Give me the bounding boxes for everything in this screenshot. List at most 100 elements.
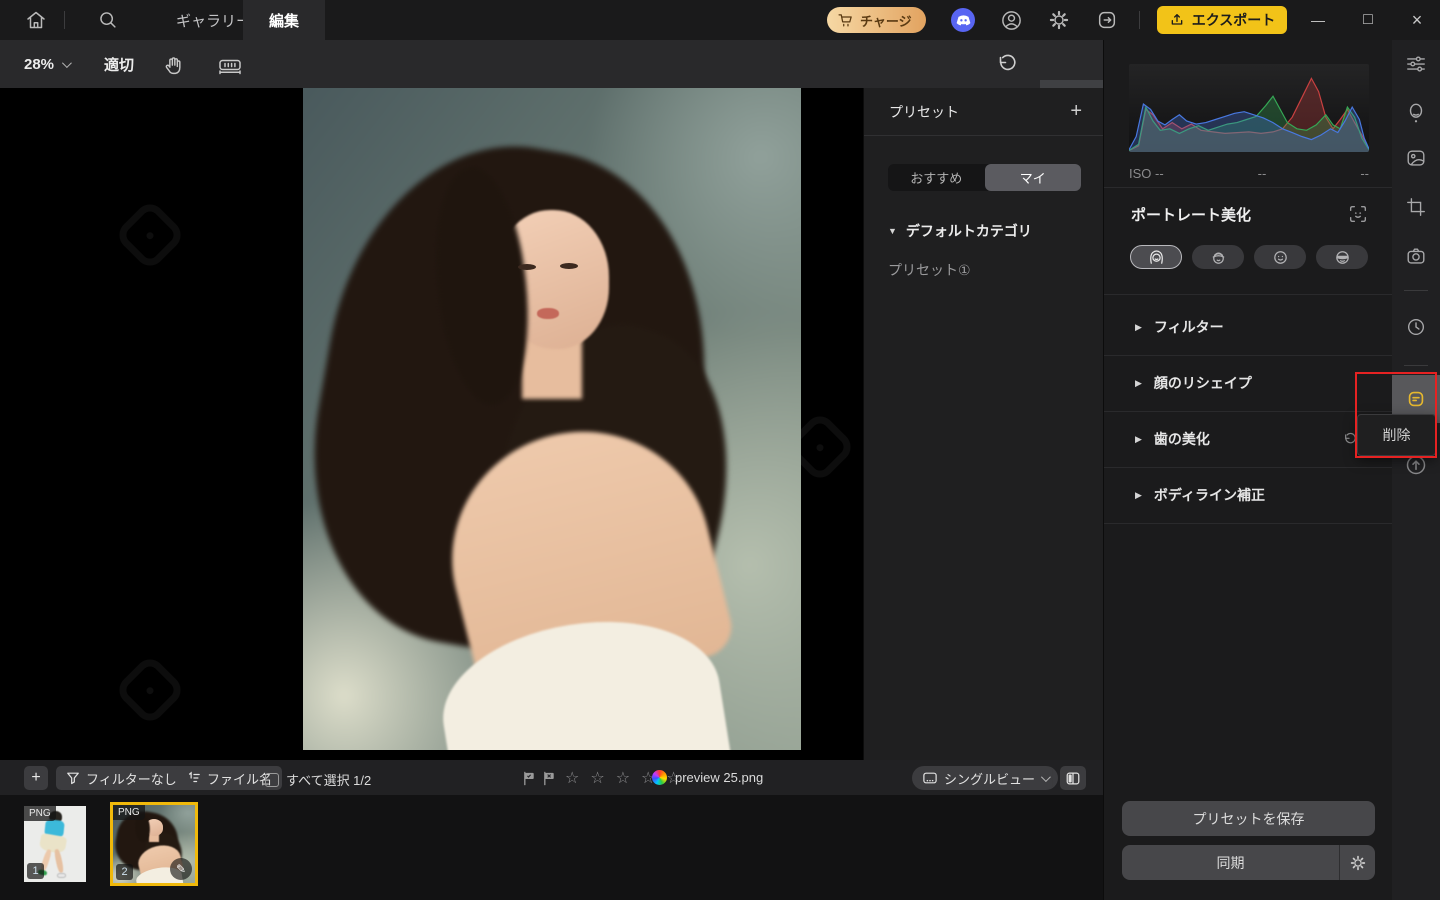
logout-icon	[1096, 9, 1118, 31]
flag-reject-button[interactable]	[541, 770, 557, 786]
effects-tool-button[interactable]	[1392, 136, 1440, 180]
search-button[interactable]	[94, 8, 122, 32]
gear-icon	[1349, 854, 1367, 872]
preset-tab-my[interactable]: マイ	[985, 164, 1082, 191]
star-icon[interactable]: ☆	[590, 768, 608, 788]
sort-by-filename-label: ファイル名	[207, 769, 272, 788]
star-icon[interactable]: ☆	[565, 768, 583, 788]
minimize-button[interactable]: —	[1295, 0, 1341, 40]
topbar-divider	[64, 11, 65, 29]
export-icon	[1169, 12, 1185, 28]
canvas-area[interactable]	[0, 88, 863, 760]
hand-icon	[162, 54, 185, 77]
undo-button[interactable]	[993, 51, 1021, 77]
export-label: エクスポート	[1192, 10, 1276, 30]
split-view-button[interactable]	[1060, 766, 1086, 790]
filter-none-button[interactable]: フィルターなし	[56, 766, 187, 790]
tab-edit-label: 編集	[269, 10, 299, 31]
preset-category-label: デフォルトカテゴリ	[906, 221, 1032, 241]
preset-tab-recommended[interactable]: おすすめ	[888, 164, 985, 191]
tab-gallery-label: ギャラリー	[176, 10, 251, 31]
view-mode-label: シングルビュー	[944, 769, 1035, 788]
face-type-child-button[interactable]	[1254, 245, 1306, 269]
profile-button[interactable]	[999, 8, 1023, 32]
charge-button[interactable]: チャージ	[827, 7, 926, 33]
thumbnail-1[interactable]: PNG 1	[24, 806, 86, 882]
add-image-button[interactable]: +	[24, 766, 48, 790]
plus-icon: +	[31, 769, 40, 787]
ruler-icon	[217, 53, 243, 77]
thumbnail-2-selected[interactable]: PNG 2 ✎	[110, 802, 198, 886]
maximize-button[interactable]: □	[1345, 0, 1391, 40]
history-tool-button[interactable]	[1392, 305, 1440, 349]
panel-divider	[1104, 523, 1393, 524]
sync-label: 同期	[1217, 853, 1245, 873]
undo-icon	[995, 52, 1019, 76]
sort-icon	[186, 771, 201, 785]
triangle-right-icon: ▶	[1135, 322, 1142, 333]
edit-toolbar: 28% 適切	[0, 40, 1103, 88]
filter-none-label: フィルターなし	[86, 769, 177, 788]
export-button[interactable]: エクスポート	[1157, 6, 1287, 34]
section-body-line-label: ボディライン補正	[1154, 485, 1265, 505]
triangle-right-icon: ▶	[1135, 434, 1142, 445]
profile-icon	[1000, 9, 1023, 32]
sync-button-group: 同期	[1122, 845, 1375, 880]
save-preset-button[interactable]: プリセットを保存	[1122, 801, 1375, 836]
current-filename: preview 25.png	[675, 770, 763, 785]
section-teeth[interactable]: ▶ 歯の美化	[1104, 411, 1393, 467]
cart-icon	[837, 12, 854, 29]
logout-button[interactable]	[1095, 8, 1119, 32]
thumbnail-1-index-badge: 1	[27, 863, 44, 879]
pencil-icon: ✎	[176, 862, 186, 876]
settings-button[interactable]	[1047, 8, 1071, 32]
star-icon[interactable]: ☆	[616, 768, 634, 788]
face-type-mask-button[interactable]	[1316, 245, 1368, 269]
section-face-reshape[interactable]: ▶ 顔のリシェイプ	[1104, 355, 1393, 411]
crop-tool-button[interactable]	[1392, 185, 1440, 229]
add-preset-button[interactable]: +	[1070, 100, 1082, 123]
section-body-line[interactable]: ▶ ボディライン補正	[1104, 467, 1393, 523]
preset-panel-header: プリセット +	[864, 88, 1104, 136]
camera-tool-button[interactable]	[1392, 234, 1440, 278]
triangle-right-icon: ▶	[1135, 490, 1142, 501]
select-all-label: すべて選択 1/2	[286, 770, 371, 789]
funnel-icon	[66, 771, 80, 785]
view-mode-dropdown[interactable]: シングルビュー	[912, 766, 1058, 790]
monitor-icon	[922, 771, 938, 785]
sync-settings-button[interactable]	[1340, 845, 1375, 880]
adjustments-tool-button[interactable]	[1392, 42, 1440, 86]
select-all-checkbox[interactable]	[265, 773, 279, 787]
preset-category-toggle[interactable]: ▼ デフォルトカテゴリ	[888, 221, 1032, 241]
ruler-tool-button[interactable]	[216, 52, 244, 78]
section-face-reshape-label: 顔のリシェイプ	[1154, 373, 1252, 393]
sync-button[interactable]: 同期	[1122, 845, 1340, 880]
select-all-control[interactable]: すべて選択 1/2	[265, 770, 371, 789]
tab-edit[interactable]: 編集	[243, 0, 325, 40]
preset-list-item[interactable]: プリセット①	[888, 260, 971, 280]
fit-button[interactable]: 適切	[104, 40, 134, 88]
edited-photo[interactable]	[303, 88, 801, 750]
discord-button[interactable]	[951, 8, 975, 32]
zoom-level-value: 28%	[24, 56, 54, 73]
crop-icon	[1405, 196, 1427, 218]
portrait-section-header: ポートレート美化	[1131, 203, 1369, 225]
face-type-man-button[interactable]	[1192, 245, 1244, 269]
zoom-level-control[interactable]: 28%	[24, 40, 69, 88]
hand-tool-button[interactable]	[160, 52, 186, 78]
iso-value: ISO --	[1129, 166, 1164, 181]
flag-pick-button[interactable]	[521, 770, 537, 786]
camera-icon	[1405, 245, 1427, 267]
face-scan-icon[interactable]	[1347, 203, 1369, 225]
home-button[interactable]	[22, 8, 50, 32]
aperture-value: --	[1258, 166, 1267, 181]
close-icon: ×	[1412, 10, 1423, 31]
portrait-tool-button[interactable]	[1392, 91, 1440, 135]
section-filter[interactable]: ▶ フィルター	[1104, 299, 1393, 355]
close-button[interactable]: ×	[1394, 0, 1440, 40]
face-type-woman-button[interactable]	[1130, 245, 1182, 269]
charge-label: チャージ	[860, 11, 912, 30]
topbar-divider-2	[1139, 11, 1140, 29]
clock-icon	[1405, 316, 1427, 338]
color-label-button[interactable]	[652, 770, 667, 785]
